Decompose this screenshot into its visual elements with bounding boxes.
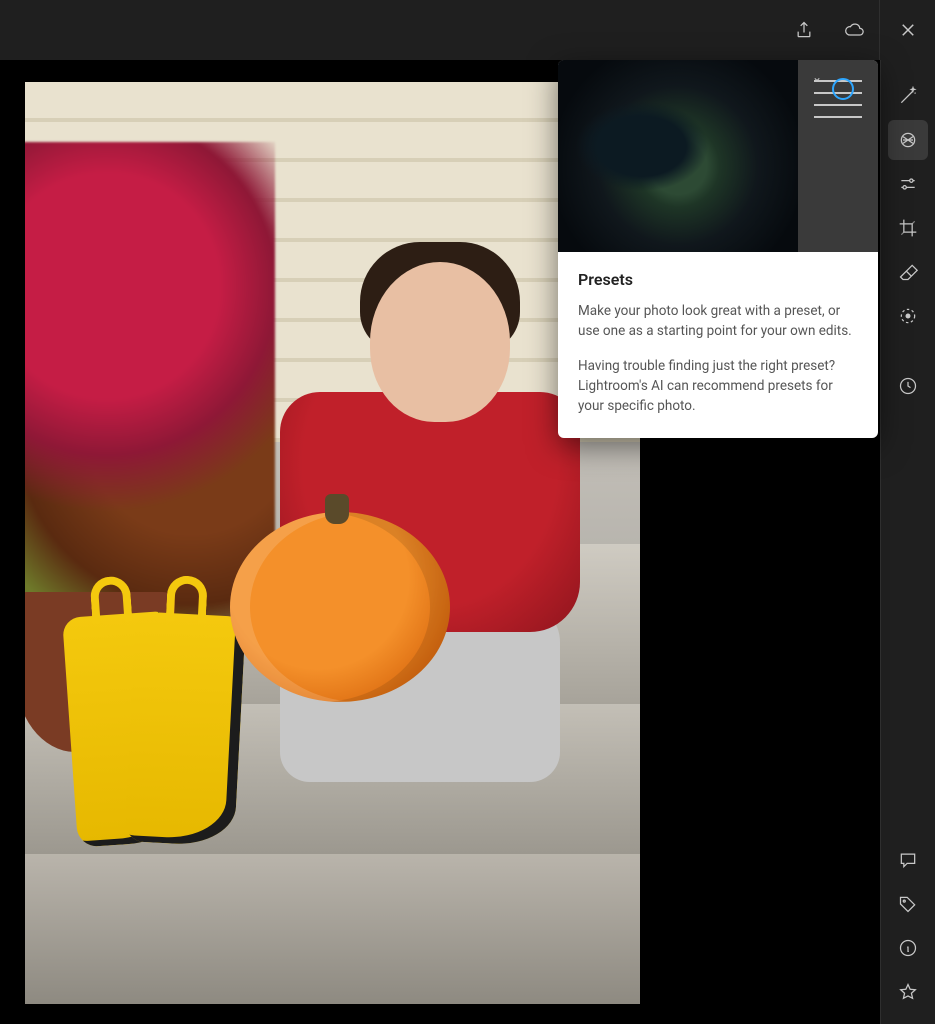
history-icon (898, 376, 918, 396)
share-button[interactable] (779, 0, 829, 60)
coachmark-ring-icon (832, 78, 854, 100)
cloud-icon (844, 20, 864, 40)
info-button[interactable] (888, 928, 928, 968)
tooltip-text-1: Make your photo look great with a preset… (578, 301, 858, 342)
tooltip-body: Presets Make your photo look great with … (558, 252, 878, 438)
close-button[interactable] (880, 0, 935, 60)
tag-button[interactable] (888, 884, 928, 924)
wand-icon (898, 86, 918, 106)
eraser-icon (898, 262, 918, 282)
comment-button[interactable] (888, 840, 928, 880)
close-icon (899, 21, 917, 39)
tooltip-text-2: Having trouble finding just the right pr… (578, 356, 858, 417)
comment-icon (898, 850, 918, 870)
presets-tooltip: ⌄ Presets Make your photo look great wit… (558, 60, 878, 438)
share-icon (794, 20, 814, 40)
edit-tool[interactable] (888, 164, 928, 204)
tooltip-preview-image (558, 60, 798, 252)
edit-sidebar (880, 60, 935, 1024)
tag-icon (898, 894, 918, 914)
top-bar (0, 0, 935, 60)
versions-tool[interactable] (888, 366, 928, 406)
tooltip-hero: ⌄ (558, 60, 878, 252)
tooltip-title: Presets (578, 270, 858, 289)
info-icon (898, 938, 918, 958)
edited-photo[interactable] (25, 82, 640, 1004)
sidebar-bottom-tools (888, 838, 928, 1024)
cloud-button[interactable] (829, 0, 879, 60)
photo-subject (220, 232, 600, 792)
presets-tool[interactable] (888, 120, 928, 160)
presets-icon (898, 130, 918, 150)
sliders-icon (898, 174, 918, 194)
crop-tool[interactable] (888, 208, 928, 248)
heal-tool[interactable] (888, 252, 928, 292)
chevron-down-icon: ⌄ (812, 70, 822, 84)
mask-tool[interactable] (888, 296, 928, 336)
mask-icon (898, 306, 918, 326)
auto-tool[interactable] (888, 76, 928, 116)
crop-icon (898, 218, 918, 238)
topbar-actions (779, 0, 935, 60)
star-icon (898, 982, 918, 1002)
rate-button[interactable] (888, 972, 928, 1012)
